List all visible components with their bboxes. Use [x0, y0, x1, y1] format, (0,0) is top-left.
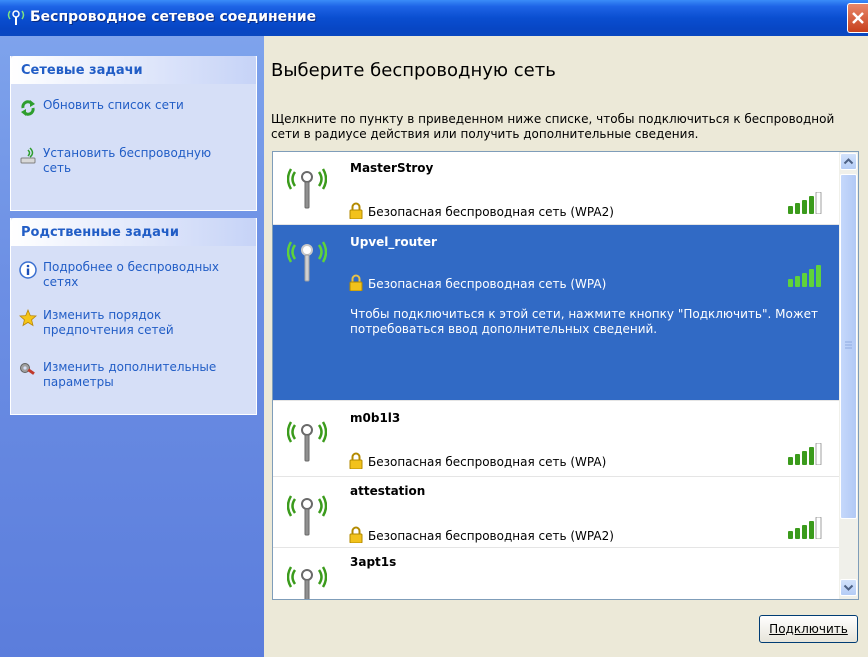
security-label: Безопасная беспроводная сеть (WPA2) [368, 529, 614, 543]
task-pane: Сетевые задачи Обновить список сети Уста… [0, 36, 264, 657]
wireless-antenna-icon [287, 168, 327, 209]
page-title: Выберите беспроводную сеть [271, 60, 556, 81]
signal-strength-icon [788, 265, 821, 287]
security-label: Безопасная беспроводная сеть (WPA) [368, 455, 607, 469]
lock-icon [349, 202, 363, 219]
network-item-selected[interactable]: Upvel_router Безопасная беспроводная сет… [273, 225, 839, 401]
connect-button-label: Подключить [769, 622, 848, 636]
signal-strength-icon [788, 443, 822, 465]
signal-strength-icon [788, 590, 824, 600]
signal-strength-icon [788, 517, 822, 539]
lock-icon [349, 452, 363, 469]
network-item[interactable]: 3apt1s [273, 548, 839, 600]
network-tasks-header[interactable]: Сетевые задачи [11, 56, 256, 84]
instruction-text: Щелкните по пункту в приведенном ниже сп… [271, 112, 835, 141]
network-list[interactable]: MasterStroy Безопасная беспроводная сеть… [272, 151, 840, 600]
settings-icon [20, 363, 35, 375]
network-description: Чтобы подключиться к этой сети, нажмите … [350, 307, 818, 336]
info-icon [19, 261, 37, 279]
learn-about-wireless-task[interactable]: Подробнее о беспроводных сетях [19, 260, 238, 290]
change-advanced-settings-label: Изменить дополнительные параметры [43, 360, 217, 389]
wireless-setup-icon [20, 147, 36, 164]
change-advanced-settings-task[interactable]: Изменить дополнительные параметры [19, 360, 238, 390]
learn-about-wireless-label: Подробнее о беспроводных сетях [43, 260, 219, 289]
wireless-antenna-icon [287, 241, 327, 282]
network-name: MasterStroy [350, 161, 434, 175]
wireless-network-icon [7, 10, 25, 25]
network-item[interactable]: m0b1l3 Безопасная беспроводная сеть (WPA… [273, 401, 839, 477]
refresh-icon [21, 100, 35, 116]
scroll-down-button[interactable] [840, 579, 857, 596]
lock-icon [349, 274, 363, 291]
title-bar: Беспроводное сетевое соединение [0, 0, 868, 36]
setup-wireless-network-task[interactable]: Установить беспроводную сеть [19, 146, 238, 176]
scroll-thumb[interactable] [840, 174, 857, 519]
change-network-order-task[interactable]: Изменить порядок предпочтения сетей [19, 308, 238, 338]
window-title: Беспроводное сетевое соединение [30, 9, 317, 25]
close-icon [852, 12, 864, 24]
network-name: attestation [350, 484, 426, 498]
change-network-order-label: Изменить порядок предпочтения сетей [43, 308, 174, 337]
scroll-up-button[interactable] [840, 153, 857, 170]
security-label: Безопасная беспроводная сеть (WPA) [368, 277, 607, 291]
wireless-antenna-icon [287, 421, 327, 462]
refresh-network-list-label: Обновить список сети [43, 98, 184, 112]
setup-wireless-network-label: Установить беспроводную сеть [43, 146, 212, 175]
network-list-scrollbar[interactable] [839, 151, 859, 600]
chevron-down-icon [843, 584, 854, 591]
wireless-antenna-icon [287, 495, 327, 536]
network-item[interactable]: attestation Безопасная беспроводная сеть… [273, 477, 839, 548]
network-name: m0b1l3 [350, 411, 401, 425]
network-name: Upvel_router [350, 235, 437, 249]
lock-icon [349, 526, 363, 543]
signal-strength-icon [788, 192, 822, 214]
related-tasks-header[interactable]: Родственные задачи [11, 218, 256, 246]
refresh-network-list-task[interactable]: Обновить список сети [19, 98, 238, 117]
security-label: Безопасная беспроводная сеть (WPA2) [368, 205, 614, 219]
network-item[interactable]: MasterStroy Безопасная беспроводная сеть… [273, 152, 839, 225]
connect-button[interactable]: Подключить [759, 615, 858, 643]
related-tasks-panel: Родственные задачи Подробнее о беспровод… [10, 218, 257, 415]
network-tasks-panel: Сетевые задачи Обновить список сети Уста… [10, 56, 257, 211]
close-button[interactable] [847, 3, 868, 33]
wireless-antenna-icon [287, 566, 327, 599]
chevron-up-icon [843, 158, 854, 165]
star-icon [19, 309, 37, 327]
network-name: 3apt1s [350, 555, 397, 569]
grip-icon [845, 341, 852, 349]
